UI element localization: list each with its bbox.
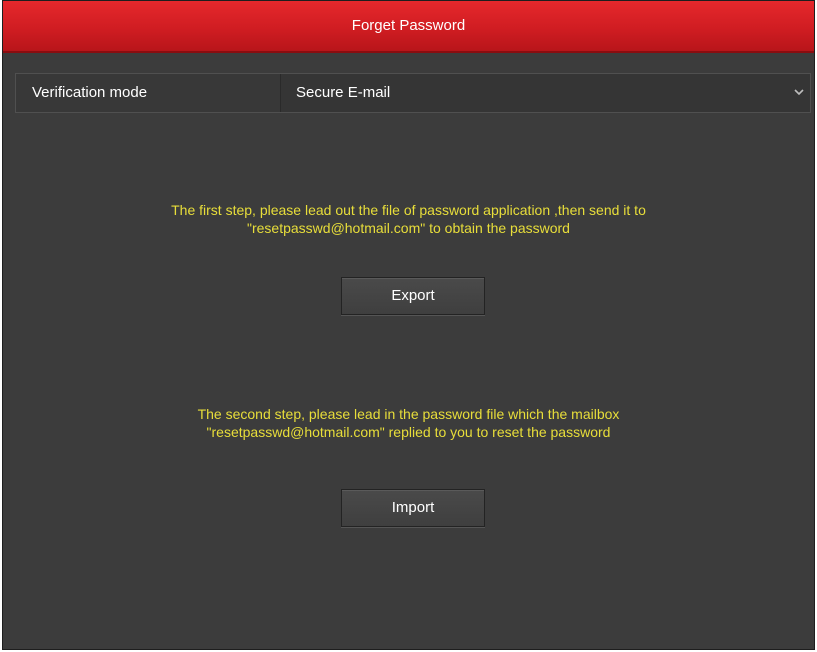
step1-instructions: The first step, please lead out the file…: [3, 201, 814, 237]
step2-instructions: The second step, please lead in the pass…: [3, 405, 814, 441]
verification-mode-row: Verification mode Secure E-mail: [15, 73, 811, 113]
step1-line2: "resetpasswd@hotmail.com" to obtain the …: [247, 220, 570, 236]
forget-password-dialog: Forget Password Verification mode Secure…: [2, 0, 815, 650]
title-bar: Forget Password: [3, 1, 814, 53]
import-button[interactable]: Import: [341, 489, 485, 527]
verification-mode-value: Secure E-mail: [296, 84, 391, 101]
export-button[interactable]: Export: [341, 277, 485, 315]
verification-mode-select[interactable]: Secure E-mail: [280, 74, 810, 112]
verification-mode-label: Verification mode: [32, 84, 148, 101]
chevron-down-icon: [794, 89, 804, 96]
step2-line1: The second step, please lead in the pass…: [197, 406, 620, 422]
step1-line1: The first step, please lead out the file…: [171, 202, 646, 218]
dialog-title: Forget Password: [351, 16, 466, 34]
step2-line2: "resetpasswd@hotmail.com" replied to you…: [206, 424, 611, 440]
